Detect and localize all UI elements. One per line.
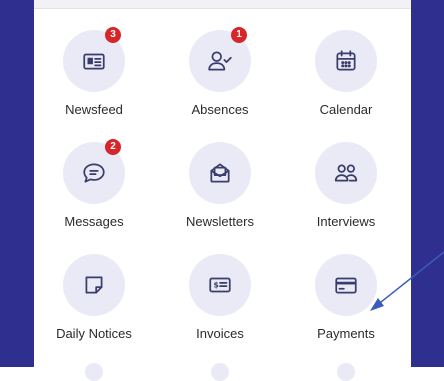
sticky-note-icon [85,276,103,294]
invoice-icon: $ [209,277,231,293]
tile-icon-circle: 1 [189,27,251,92]
tile-daily-notices[interactable]: Daily Notices [34,254,154,358]
tile-label: Daily Notices [56,326,132,341]
tile-icon-circle [315,142,377,204]
annotation-arrow [370,251,444,311]
tile-icon-circle [189,142,251,204]
tile-messages[interactable]: 2 Messages [34,139,154,246]
svg-text:$: $ [214,281,219,290]
tile-calendar[interactable]: Calendar [286,30,406,134]
next-row-peek [34,361,411,381]
tile-icon-circle: 2 [63,139,125,204]
tile-newsletters[interactable]: Newsletters [160,142,280,246]
newspaper-icon [83,53,105,70]
tile-label: Newsfeed [65,102,123,117]
header-strip [34,0,411,9]
notification-badge: 1 [231,27,247,43]
tile-interviews[interactable]: Interviews [286,142,406,246]
tile-icon-circle: $ [189,254,251,316]
tile-icon-circle [63,254,125,316]
tile-label: Newsletters [186,214,254,229]
tile-label: Invoices [196,326,244,341]
tile-label: Absences [191,102,249,117]
tile-invoices[interactable]: $ Invoices [160,254,280,358]
tile-icon-circle [315,30,377,92]
chat-bubble-icon [83,163,105,183]
envelope-open-icon [210,163,230,183]
tile-label: Payments [317,326,375,341]
tile-newsfeed[interactable]: 3 Newsfeed [34,27,154,134]
user-check-icon [208,51,232,71]
notification-badge: 2 [105,139,121,155]
tile-absences[interactable]: 1 Absences [160,27,280,134]
calendar-icon [336,50,356,71]
tile-icon-circle: 3 [63,27,125,92]
credit-card-icon [335,277,357,294]
app-screen: 3 Newsfeed 1 Absences Calendar 2 Message… [34,0,411,381]
tile-label: Calendar [319,102,373,117]
tile-label: Interviews [316,214,376,229]
tile-label: Messages [64,214,124,229]
notification-badge: 3 [105,27,121,43]
people-icon [334,164,358,182]
